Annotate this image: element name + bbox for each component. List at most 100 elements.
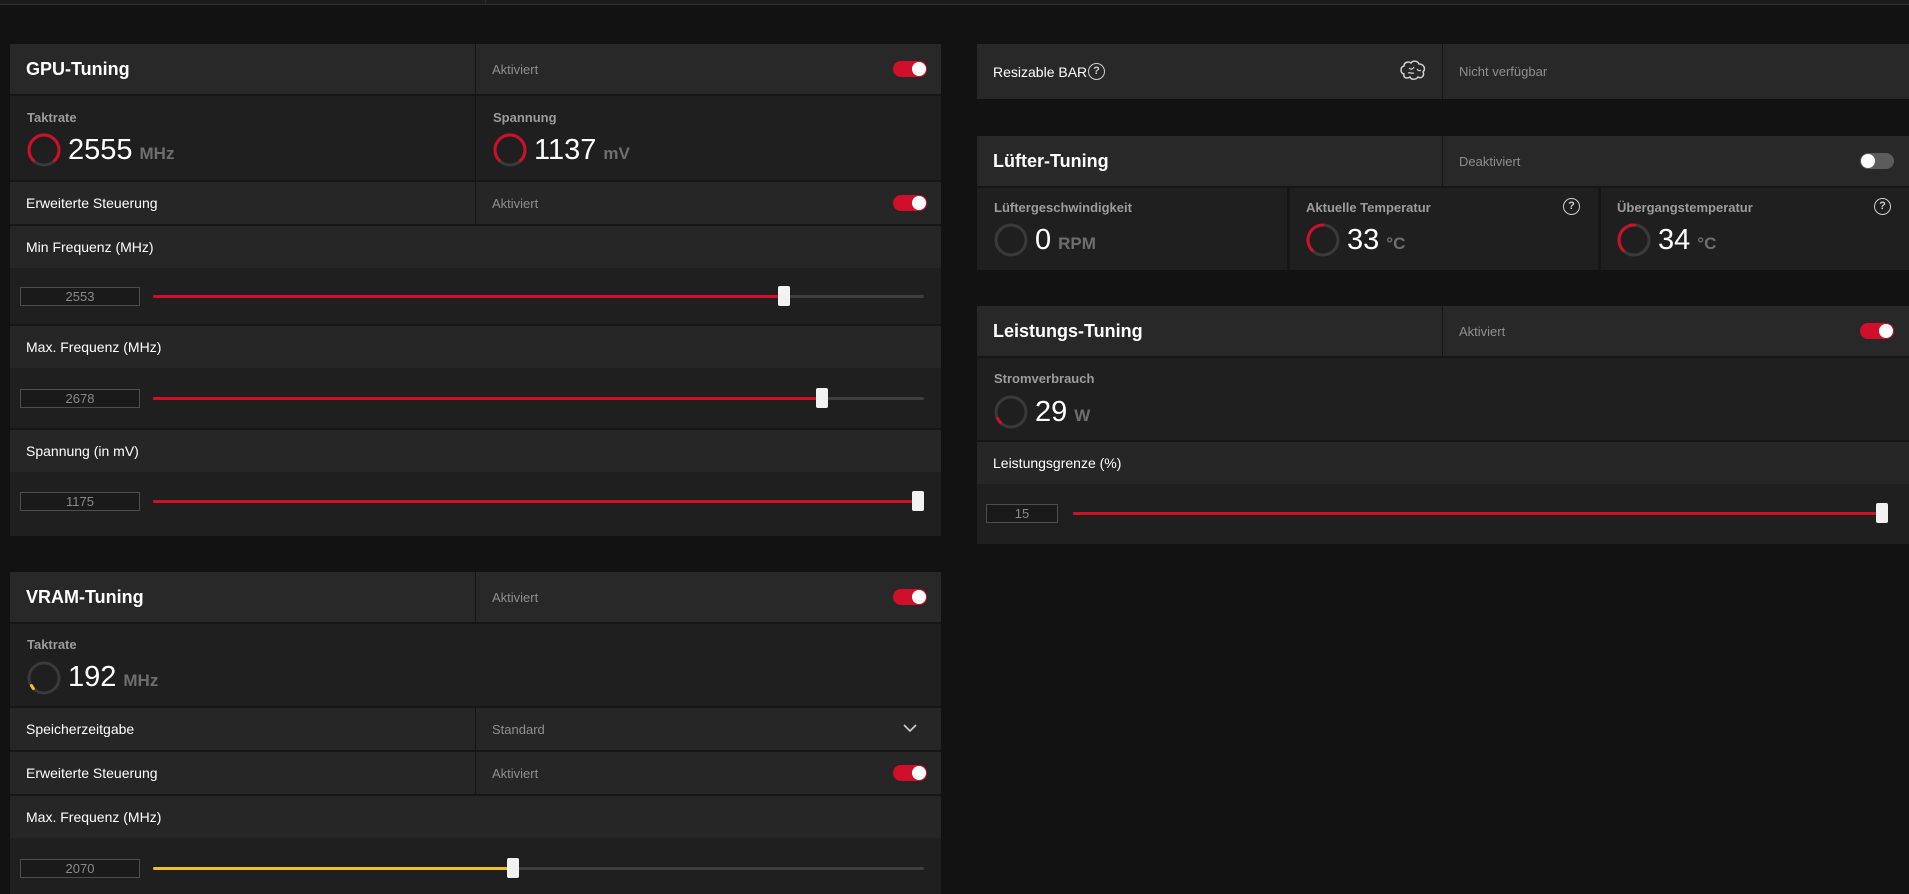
min-frequency-label-row: Min Frequenz (MHz) <box>10 226 941 268</box>
vram-max-frequency-label-row: Max. Frequenz (MHz) <box>10 796 941 838</box>
voltage-slider-thumb[interactable] <box>912 491 924 511</box>
power-limit-slider-row: 15 <box>977 484 1909 544</box>
fan-speed-stat: Lüftergeschwindigkeit 0 RPM <box>977 188 1287 270</box>
power-limit-label-row: Leistungsgrenze (%) <box>977 442 1909 484</box>
power-draw-gauge-icon <box>994 395 1028 429</box>
max-frequency-slider[interactable] <box>153 388 924 408</box>
min-frequency-input[interactable]: 2553 <box>20 287 140 306</box>
gpu-clock-unit: MHz <box>139 144 175 163</box>
gpu-voltage-unit: mV <box>603 144 630 163</box>
gpu-tuning-status: Aktiviert <box>492 61 539 77</box>
gpu-tuning-title: GPU-Tuning <box>26 58 130 79</box>
vram-tuning-header: VRAM-Tuning Aktiviert <box>10 572 941 622</box>
resizable-bar-help-icon[interactable]: ? <box>1088 63 1105 80</box>
gpu-clock-stat: Taktrate 2555 MHz <box>10 96 475 180</box>
current-temp-gauge-icon <box>1306 223 1340 257</box>
fan-speed-unit: RPM <box>1058 234 1096 253</box>
vram-tuning-status: Aktiviert <box>492 589 539 605</box>
voltage-slider[interactable] <box>153 491 924 511</box>
power-tuning-header: Leistungs-Tuning Aktiviert <box>977 306 1909 356</box>
gpu-advanced-label: Erweiterte Steuerung <box>26 195 158 211</box>
gpu-tuning-header: GPU-Tuning Aktiviert <box>10 44 941 94</box>
vram-advanced-toggle[interactable] <box>893 765 927 781</box>
vram-max-frequency-slider-row: 2070 <box>10 838 941 894</box>
gpu-advanced-status: Aktiviert <box>492 195 539 211</box>
gpu-voltage-label: Spannung <box>493 110 557 125</box>
gpu-voltage-gauge-icon <box>493 133 527 167</box>
resizable-bar-value: Nicht verfügbar <box>1459 64 1548 79</box>
memory-timing-select[interactable]: Standard <box>492 722 545 737</box>
power-tuning-status: Aktiviert <box>1459 323 1506 339</box>
gpu-advanced-toggle[interactable] <box>893 195 927 211</box>
junction-temp-label: Übergangstemperatur <box>1617 200 1753 215</box>
fan-tuning-toggle[interactable] <box>1860 153 1894 169</box>
vram-advanced-label: Erweiterte Steuerung <box>26 765 158 781</box>
gpu-tuning-toggle[interactable] <box>893 61 927 77</box>
resizable-bar-panel: Resizable BAR ? Nicht verfügbar <box>977 44 1909 99</box>
gpu-clock-value: 2555 <box>68 134 133 166</box>
vram-max-frequency-label: Max. Frequenz (MHz) <box>26 809 162 825</box>
vram-clock-gauge-icon <box>27 661 61 695</box>
fan-tuning-panel: Lüfter-Tuning Deaktiviert Lüftergeschwin… <box>977 136 1909 270</box>
max-frequency-slider-thumb[interactable] <box>816 388 829 408</box>
voltage-label-row: Spannung (in mV) <box>10 430 941 472</box>
vram-max-frequency-input[interactable]: 2070 <box>20 859 140 878</box>
junction-temp-gauge-icon <box>1617 223 1651 257</box>
vram-tuning-panel: VRAM-Tuning Aktiviert Taktrate 192 MHz S… <box>10 572 941 894</box>
memory-timing-row[interactable]: Speicherzeitgabe Standard <box>10 708 941 750</box>
current-temp-help-icon[interactable]: ? <box>1563 198 1580 215</box>
power-tuning-panel: Leistungs-Tuning Aktiviert Stromverbrauc… <box>977 306 1909 544</box>
voltage-input[interactable]: 1175 <box>20 492 140 511</box>
power-limit-slider-thumb[interactable] <box>1876 503 1888 523</box>
resizable-bar-label: Resizable BAR <box>993 63 1088 80</box>
junction-temp-unit: °C <box>1697 234 1717 253</box>
fan-stats-row: Lüftergeschwindigkeit 0 RPM Aktuelle Tem… <box>977 188 1909 270</box>
min-frequency-label: Min Frequenz (MHz) <box>26 239 154 255</box>
voltage-limit-label: Spannung (in mV) <box>26 443 139 459</box>
memory-timing-label: Speicherzeitgabe <box>26 721 135 737</box>
junction-temp-help-icon[interactable]: ? <box>1874 198 1891 215</box>
vram-max-frequency-slider[interactable] <box>153 858 924 878</box>
min-frequency-slider[interactable] <box>153 286 924 306</box>
min-frequency-slider-row: 2553 <box>10 268 941 324</box>
current-temp-unit: °C <box>1386 234 1406 253</box>
power-limit-label: Leistungsgrenze (%) <box>993 455 1122 471</box>
chevron-down-icon[interactable] <box>903 724 917 733</box>
fan-tuning-title: Lüfter-Tuning <box>993 150 1109 171</box>
max-frequency-input[interactable]: 2678 <box>20 389 140 408</box>
fan-tuning-header: Lüfter-Tuning Deaktiviert <box>977 136 1909 186</box>
junction-temp-stat: Übergangstemperatur ? 34 °C <box>1598 188 1909 270</box>
power-limit-slider[interactable] <box>1073 503 1888 523</box>
power-draw-label: Stromverbrauch <box>994 371 1095 386</box>
max-frequency-label-row: Max. Frequenz (MHz) <box>10 326 941 368</box>
vram-tuning-title: VRAM-Tuning <box>26 586 144 607</box>
gpu-advanced-row: Erweiterte Steuerung Aktiviert <box>10 182 941 224</box>
vram-advanced-status: Aktiviert <box>492 765 539 781</box>
gpu-tuning-panel: GPU-Tuning Aktiviert Taktrate 2555 MHz S… <box>10 44 941 536</box>
gpu-clock-label: Taktrate <box>27 110 77 125</box>
current-temp-stat: Aktuelle Temperatur ? 33 °C <box>1287 188 1598 270</box>
max-frequency-slider-row: 2678 <box>10 368 941 428</box>
power-limit-input[interactable]: 15 <box>986 504 1058 523</box>
fan-tuning-status: Deaktiviert <box>1459 153 1521 169</box>
brain-icon <box>1400 60 1426 80</box>
fan-speed-value: 0 <box>1035 224 1052 256</box>
power-tuning-toggle[interactable] <box>1860 323 1894 339</box>
current-temp-value: 33 <box>1347 224 1380 256</box>
vram-clock-label: Taktrate <box>27 637 77 652</box>
gpu-stats-row: Taktrate 2555 MHz Spannung 1137 mV <box>10 96 941 180</box>
junction-temp-value: 34 <box>1658 224 1691 256</box>
vram-clock-unit: MHz <box>123 671 159 690</box>
max-frequency-label: Max. Frequenz (MHz) <box>26 339 162 355</box>
voltage-slider-row: 1175 <box>10 472 941 536</box>
power-draw-unit: W <box>1074 406 1091 425</box>
gpu-clock-gauge-icon <box>27 133 61 167</box>
power-tuning-title: Leistungs-Tuning <box>993 320 1143 341</box>
fan-speed-label: Lüftergeschwindigkeit <box>994 200 1132 215</box>
min-frequency-slider-thumb[interactable] <box>777 286 790 306</box>
top-strip <box>0 0 1909 5</box>
vram-max-frequency-slider-thumb[interactable] <box>507 858 520 878</box>
gpu-voltage-value: 1137 <box>534 134 597 166</box>
vram-tuning-toggle[interactable] <box>893 589 927 605</box>
power-stats-row: Stromverbrauch 29 W <box>977 358 1909 440</box>
